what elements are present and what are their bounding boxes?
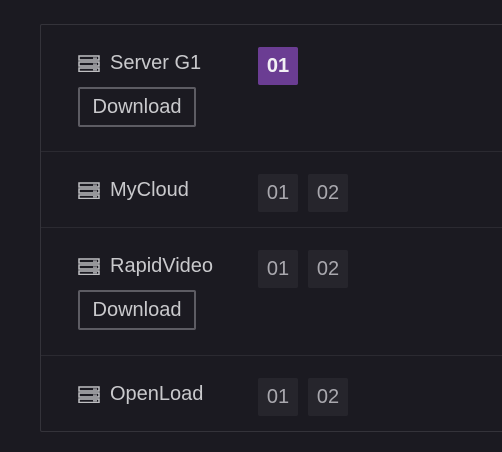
episode-button-active[interactable]: 01 <box>258 47 298 85</box>
episode-button[interactable]: 01 <box>258 378 298 416</box>
episode-list: 01 02 <box>258 378 348 416</box>
server-row-mycloud: MyCloud 01 02 <box>41 151 502 227</box>
server-label: Server G1 <box>78 51 201 75</box>
server-name: RapidVideo <box>110 255 214 277</box>
server-name: OpenLoad <box>110 383 204 405</box>
server-label: MyCloud <box>78 178 189 202</box>
server-label: OpenLoad <box>78 382 203 406</box>
server-icon <box>78 257 100 275</box>
server-list-panel: Server G1 Download 01 MyCloud 01 02 Rapi… <box>40 24 502 432</box>
episode-button[interactable]: 02 <box>308 378 348 416</box>
server-row-openload: OpenLoad 01 02 <box>41 355 502 431</box>
server-icon <box>78 385 100 403</box>
server-row-server-g1: Server G1 Download 01 <box>41 25 502 151</box>
episode-button[interactable]: 02 <box>308 174 348 212</box>
episode-button[interactable]: 01 <box>258 174 298 212</box>
download-button[interactable]: Download <box>78 290 196 330</box>
server-name: Server G1 <box>110 52 202 74</box>
episode-list: 01 02 <box>258 250 348 288</box>
episode-list: 01 02 <box>258 174 348 212</box>
server-icon <box>78 181 100 199</box>
server-row-rapidvideo: RapidVideo Download 01 02 <box>41 227 502 355</box>
episode-button[interactable]: 01 <box>258 250 298 288</box>
server-name: MyCloud <box>110 179 189 201</box>
server-label: RapidVideo <box>78 254 213 278</box>
server-icon <box>78 54 100 72</box>
episode-list: 01 <box>258 47 298 85</box>
download-button[interactable]: Download <box>78 87 196 127</box>
episode-button[interactable]: 02 <box>308 250 348 288</box>
